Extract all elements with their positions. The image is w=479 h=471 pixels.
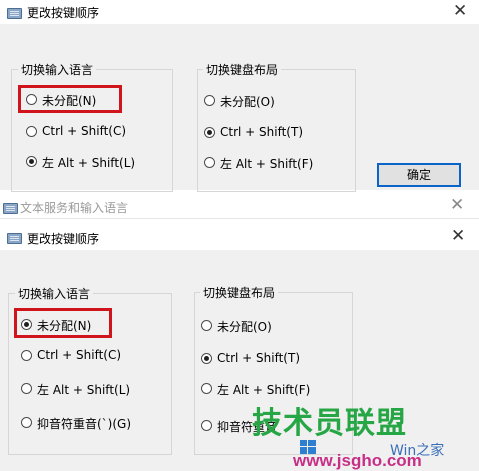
- radio-lang-left-alt-shift[interactable]: 左 Alt + Shift(L): [24, 152, 164, 170]
- change-key-sequence-dialog-top: 更改按键顺序 ✕ 切换输入语言 未分配(N) Ctrl + Shift(C) 左…: [0, 0, 479, 192]
- radio-label: 左 Alt + Shift(F): [217, 383, 311, 397]
- radio-lang-ctrl-shift[interactable]: Ctrl + Shift(C): [24, 122, 164, 140]
- radio-layout-unassigned[interactable]: 未分配(O): [202, 91, 342, 109]
- radio-label: 左 Alt + Shift(F): [220, 157, 314, 171]
- text-services-window-title-bar: 文本服务和输入语言 ✕: [0, 196, 479, 219]
- radio-button: [26, 94, 37, 105]
- radio-layout-ctrl-shift[interactable]: Ctrl + Shift(T): [199, 349, 339, 367]
- radio-label: Ctrl + Shift(T): [220, 125, 304, 139]
- radio-label: 未分配(N): [37, 319, 92, 333]
- radio-label: 左 Alt + Shift(L): [37, 383, 131, 397]
- close-icon[interactable]: ✕: [453, 3, 467, 20]
- radio-layout-left-alt-shift[interactable]: 左 Alt + Shift(F): [199, 379, 339, 397]
- keyboard-app-icon: [6, 5, 22, 19]
- radio-lang-ctrl-shift[interactable]: Ctrl + Shift(C): [19, 346, 159, 364]
- group-label-keyboard-layout: 切换键盘布局: [203, 61, 282, 78]
- radio-button-selected: [201, 353, 212, 364]
- radio-lang-grave-accent[interactable]: 抑音符重音(`)(G): [19, 413, 164, 431]
- keyboard-app-icon: [6, 230, 22, 244]
- radio-button: [21, 417, 32, 428]
- dialog-title-bar: 更改按键顺序 ✕: [0, 0, 479, 24]
- watermark-url: www.jsgho.com: [293, 451, 422, 470]
- radio-button: [201, 383, 212, 394]
- window-title: 文本服务和输入语言: [20, 201, 129, 215]
- group-label-input-language: 切换输入语言: [18, 61, 97, 78]
- radio-label: 左 Alt + Shift(L): [42, 156, 136, 170]
- radio-layout-unassigned[interactable]: 未分配(O): [199, 316, 339, 334]
- radio-button: [201, 320, 212, 331]
- radio-label: Ctrl + Shift(C): [42, 124, 127, 138]
- dialog-title-bar: 更改按键顺序 ✕: [0, 224, 479, 250]
- radio-button: [26, 126, 37, 137]
- dialog-title: 更改按键顺序: [27, 232, 100, 246]
- ok-button[interactable]: 确定: [377, 163, 461, 187]
- radio-button: [204, 95, 215, 106]
- radio-label: 未分配(N): [42, 94, 97, 108]
- group-label-keyboard-layout: 切换键盘布局: [200, 284, 279, 301]
- radio-layout-left-alt-shift[interactable]: 左 Alt + Shift(F): [202, 153, 342, 171]
- radio-lang-unassigned[interactable]: 未分配(N): [19, 315, 114, 333]
- radio-button-selected: [21, 319, 32, 330]
- close-icon[interactable]: ✕: [450, 197, 464, 214]
- radio-label: 未分配(O): [217, 320, 272, 334]
- radio-label: Ctrl + Shift(C): [37, 348, 122, 362]
- radio-button: [201, 420, 212, 431]
- radio-label: 抑音符重音(`)(G): [37, 417, 132, 431]
- radio-button: [21, 350, 32, 361]
- watermark-brand: 技术员联盟: [252, 406, 407, 441]
- radio-lang-unassigned[interactable]: 未分配(N): [24, 90, 124, 108]
- group-label-input-language: 切换输入语言: [15, 285, 94, 302]
- radio-button-selected: [26, 156, 37, 167]
- radio-label: 未分配(O): [220, 95, 275, 109]
- dialog-title: 更改按键顺序: [27, 6, 100, 20]
- radio-button: [21, 383, 32, 394]
- radio-label: Ctrl + Shift(T): [217, 351, 301, 365]
- close-icon[interactable]: ✕: [451, 228, 465, 245]
- radio-lang-left-alt-shift[interactable]: 左 Alt + Shift(L): [19, 379, 159, 397]
- change-key-sequence-dialog-bottom: 更改按键顺序 ✕ 切换输入语言 未分配(N) Ctrl + Shift(C) 左…: [0, 224, 479, 471]
- keyboard-app-icon: [2, 200, 18, 214]
- radio-button-selected: [204, 127, 215, 138]
- radio-layout-ctrl-shift[interactable]: Ctrl + Shift(T): [202, 123, 342, 141]
- radio-button: [204, 157, 215, 168]
